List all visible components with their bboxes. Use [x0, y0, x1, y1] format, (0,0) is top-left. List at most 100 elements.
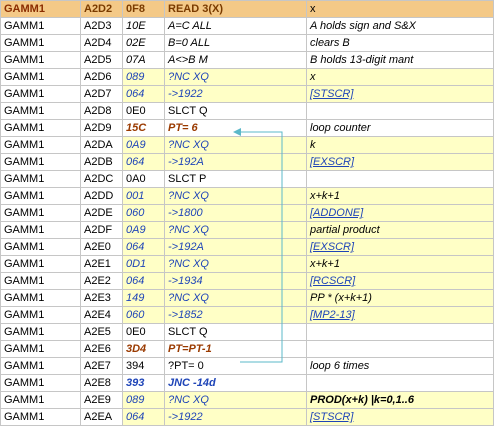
- hex-code-cell[interactable]: 394: [122, 357, 165, 375]
- address-cell[interactable]: A2DE: [80, 204, 123, 222]
- module-cell[interactable]: GAMM1: [0, 136, 81, 154]
- hex-code-cell[interactable]: 393: [122, 374, 165, 392]
- hex-code-cell[interactable]: 07A: [122, 51, 165, 69]
- comment-cell[interactable]: [MP2-13]: [306, 306, 494, 324]
- hex-code-cell[interactable]: 064: [122, 85, 165, 103]
- hex-code-cell[interactable]: 064: [122, 153, 165, 171]
- module-cell[interactable]: GAMM1: [0, 51, 81, 69]
- module-cell[interactable]: GAMM1: [0, 34, 81, 52]
- header-cell-module[interactable]: GAMM1: [0, 0, 81, 18]
- module-cell[interactable]: GAMM1: [0, 204, 81, 222]
- hex-code-cell[interactable]: 060: [122, 306, 165, 324]
- hex-code-cell[interactable]: 060: [122, 204, 165, 222]
- address-cell[interactable]: A2E3: [80, 289, 123, 307]
- module-cell[interactable]: GAMM1: [0, 255, 81, 273]
- module-cell[interactable]: GAMM1: [0, 119, 81, 137]
- hex-code-cell[interactable]: 02E: [122, 34, 165, 52]
- comment-cell[interactable]: x+k+1: [306, 187, 494, 205]
- module-cell[interactable]: GAMM1: [0, 221, 81, 239]
- address-cell[interactable]: A2DA: [80, 136, 123, 154]
- address-cell[interactable]: A2E0: [80, 238, 123, 256]
- opcode-cell[interactable]: PT= 6: [164, 119, 307, 137]
- hex-code-cell[interactable]: 0A9: [122, 136, 165, 154]
- module-cell[interactable]: GAMM1: [0, 85, 81, 103]
- hex-code-cell[interactable]: 089: [122, 68, 165, 86]
- hex-code-cell[interactable]: 001: [122, 187, 165, 205]
- address-cell[interactable]: A2E9: [80, 391, 123, 409]
- comment-cell[interactable]: [306, 323, 494, 341]
- address-cell[interactable]: A2E6: [80, 340, 123, 358]
- opcode-cell[interactable]: SLCT P: [164, 170, 307, 188]
- hex-code-cell[interactable]: 149: [122, 289, 165, 307]
- opcode-cell[interactable]: A=C ALL: [164, 17, 307, 35]
- address-cell[interactable]: A2E1: [80, 255, 123, 273]
- module-cell[interactable]: GAMM1: [0, 374, 81, 392]
- hex-code-cell[interactable]: 0A9: [122, 221, 165, 239]
- header-cell-address[interactable]: A2D2: [80, 0, 123, 18]
- opcode-cell[interactable]: ->1800: [164, 204, 307, 222]
- opcode-cell[interactable]: ?NC XQ: [164, 136, 307, 154]
- comment-cell[interactable]: x+k+1: [306, 255, 494, 273]
- module-cell[interactable]: GAMM1: [0, 272, 81, 290]
- comment-cell[interactable]: PROD(x+k) |k=0,1..6: [306, 391, 494, 409]
- comment-cell[interactable]: [306, 170, 494, 188]
- opcode-cell[interactable]: ->192A: [164, 238, 307, 256]
- comment-cell[interactable]: clears B: [306, 34, 494, 52]
- address-cell[interactable]: A2E7: [80, 357, 123, 375]
- opcode-cell[interactable]: SLCT Q: [164, 323, 307, 341]
- address-cell[interactable]: A2DF: [80, 221, 123, 239]
- module-cell[interactable]: GAMM1: [0, 340, 81, 358]
- opcode-cell[interactable]: ->1934: [164, 272, 307, 290]
- comment-cell[interactable]: A holds sign and S&X: [306, 17, 494, 35]
- module-cell[interactable]: GAMM1: [0, 357, 81, 375]
- opcode-cell[interactable]: ?NC XQ: [164, 68, 307, 86]
- module-cell[interactable]: GAMM1: [0, 102, 81, 120]
- address-cell[interactable]: A2D6: [80, 68, 123, 86]
- comment-cell[interactable]: [306, 102, 494, 120]
- hex-code-cell[interactable]: 15C: [122, 119, 165, 137]
- comment-cell[interactable]: x: [306, 68, 494, 86]
- hex-code-cell[interactable]: 064: [122, 408, 165, 426]
- address-cell[interactable]: A2DC: [80, 170, 123, 188]
- hex-code-cell[interactable]: 0A0: [122, 170, 165, 188]
- opcode-cell[interactable]: B=0 ALL: [164, 34, 307, 52]
- hex-code-cell[interactable]: 064: [122, 272, 165, 290]
- header-cell-comment[interactable]: x: [306, 0, 494, 18]
- module-cell[interactable]: GAMM1: [0, 187, 81, 205]
- address-cell[interactable]: A2EA: [80, 408, 123, 426]
- address-cell[interactable]: A2D7: [80, 85, 123, 103]
- opcode-cell[interactable]: ?NC XQ: [164, 289, 307, 307]
- module-cell[interactable]: GAMM1: [0, 391, 81, 409]
- opcode-cell[interactable]: ?NC XQ: [164, 255, 307, 273]
- opcode-cell[interactable]: ->1852: [164, 306, 307, 324]
- comment-cell[interactable]: [RCSCR]: [306, 272, 494, 290]
- comment-cell[interactable]: [306, 374, 494, 392]
- hex-code-cell[interactable]: 10E: [122, 17, 165, 35]
- address-cell[interactable]: A2D8: [80, 102, 123, 120]
- comment-cell[interactable]: B holds 13-digit mant: [306, 51, 494, 69]
- opcode-cell[interactable]: JNC -14d: [164, 374, 307, 392]
- module-cell[interactable]: GAMM1: [0, 238, 81, 256]
- comment-cell[interactable]: partial product: [306, 221, 494, 239]
- comment-cell[interactable]: [STSCR]: [306, 408, 494, 426]
- module-cell[interactable]: GAMM1: [0, 68, 81, 86]
- address-cell[interactable]: A2E5: [80, 323, 123, 341]
- comment-cell[interactable]: [EXSCR]: [306, 238, 494, 256]
- opcode-cell[interactable]: ?NC XQ: [164, 221, 307, 239]
- module-cell[interactable]: GAMM1: [0, 408, 81, 426]
- comment-cell[interactable]: PP * (x+k+1): [306, 289, 494, 307]
- opcode-cell[interactable]: ->192A: [164, 153, 307, 171]
- header-cell-opcode[interactable]: READ 3(X): [164, 0, 307, 18]
- comment-cell[interactable]: loop 6 times: [306, 357, 494, 375]
- address-cell[interactable]: A2E4: [80, 306, 123, 324]
- address-cell[interactable]: A2DD: [80, 187, 123, 205]
- module-cell[interactable]: GAMM1: [0, 306, 81, 324]
- comment-cell[interactable]: [EXSCR]: [306, 153, 494, 171]
- hex-code-cell[interactable]: 089: [122, 391, 165, 409]
- address-cell[interactable]: A2DB: [80, 153, 123, 171]
- module-cell[interactable]: GAMM1: [0, 323, 81, 341]
- opcode-cell[interactable]: ->1922: [164, 85, 307, 103]
- comment-cell[interactable]: [306, 340, 494, 358]
- opcode-cell[interactable]: PT=PT-1: [164, 340, 307, 358]
- address-cell[interactable]: A2D5: [80, 51, 123, 69]
